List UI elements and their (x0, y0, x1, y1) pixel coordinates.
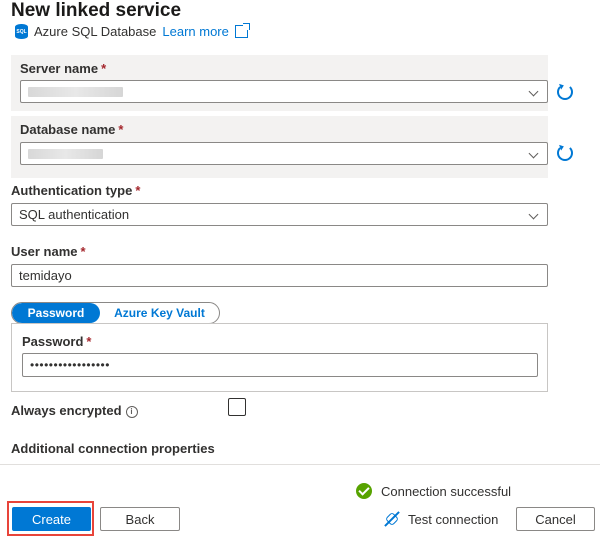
password-masked-value: ••••••••••••••••• (30, 358, 110, 372)
plug-icon (384, 511, 400, 527)
info-icon[interactable]: i (125, 405, 138, 418)
sql-database-icon: SQL (15, 24, 28, 39)
refresh-icon[interactable] (557, 145, 573, 161)
always-encrypted-checkbox[interactable] (228, 398, 246, 416)
toggle-password[interactable]: Password (12, 303, 100, 323)
password-label: Password * (22, 334, 92, 349)
footer-divider (0, 464, 600, 465)
chevron-down-icon (528, 148, 539, 159)
server-name-value-redacted (28, 86, 123, 97)
test-connection-button[interactable]: Test connection (384, 511, 498, 527)
connection-status: Connection successful (356, 483, 511, 499)
database-name-dropdown[interactable] (20, 142, 548, 165)
service-type-row: SQL Azure SQL Database Learn more (15, 23, 250, 39)
user-name-input[interactable]: temidayo (11, 264, 548, 287)
server-name-label: Server name * (20, 61, 107, 76)
connection-status-text: Connection successful (381, 483, 512, 499)
always-encrypted-label: Always encrypted i (11, 403, 138, 418)
learn-more-link[interactable]: Learn more (162, 24, 228, 39)
chevron-down-icon (528, 86, 539, 97)
cancel-button[interactable]: Cancel (516, 507, 595, 531)
refresh-icon[interactable] (557, 84, 573, 100)
auth-type-dropdown[interactable]: SQL authentication (11, 203, 548, 226)
password-source-toggle: Password Azure Key Vault (11, 302, 220, 324)
server-name-dropdown[interactable] (20, 80, 548, 103)
password-input[interactable]: ••••••••••••••••• (22, 353, 538, 377)
user-name-value: temidayo (19, 268, 72, 283)
additional-properties-heading: Additional connection properties (11, 441, 215, 456)
test-connection-label: Test connection (408, 511, 499, 527)
external-link-icon[interactable] (234, 23, 250, 38)
database-name-label: Database name * (20, 122, 124, 137)
auth-type-value: SQL authentication (19, 207, 130, 222)
toggle-azure-key-vault[interactable]: Azure Key Vault (100, 303, 219, 323)
back-button[interactable]: Back (100, 507, 180, 531)
check-circle-icon (356, 483, 372, 499)
database-name-value-redacted (28, 148, 103, 159)
user-name-label: User name * (11, 244, 86, 259)
create-button[interactable]: Create (12, 507, 91, 531)
chevron-down-icon (528, 209, 539, 220)
service-name: Azure SQL Database (34, 24, 157, 39)
page-title: New linked service (11, 0, 182, 21)
auth-type-label: Authentication type * (11, 183, 141, 198)
